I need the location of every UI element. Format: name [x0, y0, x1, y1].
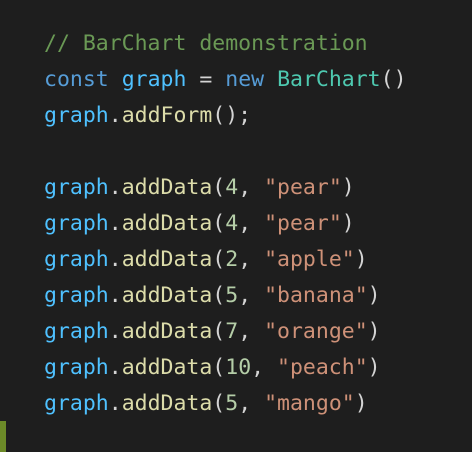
string-token: "orange" [264, 319, 368, 344]
punctuation-token [264, 67, 277, 92]
punctuation-token: , [238, 247, 265, 272]
code-line[interactable]: graph.addData(2, "apple") [44, 242, 472, 278]
punctuation-token: ) [367, 355, 381, 380]
punctuation-token: ) [367, 283, 381, 308]
variable-token: graph [44, 391, 109, 416]
keyword-token: new [225, 67, 265, 92]
punctuation-token: ) [354, 247, 368, 272]
function-token: addData [121, 391, 213, 416]
code-line[interactable]: const graph = new BarChart() [44, 62, 472, 98]
function-token: addForm [121, 103, 213, 128]
code-line[interactable]: graph.addData(10, "peach") [44, 350, 472, 386]
function-token: addData [121, 283, 213, 308]
string-token: "apple" [264, 247, 355, 272]
punctuation-token: ) [367, 319, 381, 344]
punctuation-token: . [108, 175, 122, 200]
number-token: 2 [225, 247, 239, 272]
punctuation-token: . [108, 319, 122, 344]
keyword-token: const [44, 67, 109, 92]
punctuation-token: ) [354, 391, 368, 416]
code-line[interactable]: graph.addData(4, "pear") [44, 170, 472, 206]
code-area[interactable]: // BarChart demonstration const graph = n… [44, 26, 472, 422]
punctuation-token: ( [212, 175, 226, 200]
code-line[interactable]: graph.addData(5, "banana") [44, 278, 472, 314]
punctuation-token: ( [212, 355, 226, 380]
number-token: 7 [225, 319, 239, 344]
string-token: "pear" [264, 211, 342, 236]
variable-token: graph [44, 283, 109, 308]
punctuation-token: ( [212, 247, 226, 272]
function-token: addData [121, 319, 213, 344]
code-line[interactable]: graph.addForm(); [44, 98, 472, 134]
punctuation-token: ( [212, 391, 226, 416]
punctuation-token: ( [212, 283, 226, 308]
punctuation-token: . [108, 391, 122, 416]
number-token: 4 [225, 211, 239, 236]
punctuation-token: , [238, 391, 265, 416]
string-token: "pear" [264, 175, 342, 200]
number-token: 4 [225, 175, 239, 200]
punctuation-token: . [108, 211, 122, 236]
code-line[interactable] [44, 134, 472, 170]
variable-token: graph [44, 247, 109, 272]
code-line[interactable]: graph.addData(4, "pear") [44, 206, 472, 242]
code-line[interactable]: // BarChart demonstration [44, 26, 472, 62]
punctuation-token: , [238, 175, 265, 200]
number-token: 5 [225, 283, 239, 308]
punctuation-token: . [108, 355, 122, 380]
variable-token: graph [44, 319, 109, 344]
variable-token: graph [44, 355, 109, 380]
function-token: addData [121, 247, 213, 272]
punctuation-token: ) [341, 211, 355, 236]
punctuation-token: ( [212, 319, 226, 344]
punctuation-token: () [380, 67, 407, 92]
punctuation-token: . [108, 247, 122, 272]
punctuation-token: , [238, 283, 265, 308]
string-token: "banana" [264, 283, 368, 308]
punctuation-token: = [186, 67, 226, 92]
number-token: 5 [225, 391, 239, 416]
function-token: addData [121, 355, 213, 380]
code-editor[interactable]: // BarChart demonstration const graph = n… [0, 0, 472, 452]
punctuation-token: . [108, 103, 122, 128]
variable-token: graph [121, 67, 187, 92]
punctuation-token: , [251, 355, 278, 380]
string-token: "mango" [264, 391, 355, 416]
string-token: "peach" [277, 355, 368, 380]
punctuation-token: ( [212, 211, 226, 236]
variable-token: graph [44, 103, 109, 128]
function-token: addData [121, 175, 213, 200]
variable-token: graph [44, 211, 109, 236]
code-line[interactable]: graph.addData(5, "mango") [44, 386, 472, 422]
punctuation-token [109, 67, 122, 92]
punctuation-token: , [238, 211, 265, 236]
class-token: BarChart [277, 67, 381, 92]
code-line[interactable]: graph.addData(7, "orange") [44, 314, 472, 350]
variable-token: graph [44, 175, 109, 200]
gutter-change-marker [0, 421, 6, 452]
function-token: addData [121, 211, 213, 236]
punctuation-token: (); [212, 103, 252, 128]
punctuation-token: . [108, 283, 122, 308]
punctuation-token: ) [341, 175, 355, 200]
number-token: 10 [225, 355, 252, 380]
punctuation-token: , [238, 319, 265, 344]
comment-token: // BarChart demonstration [44, 31, 368, 56]
